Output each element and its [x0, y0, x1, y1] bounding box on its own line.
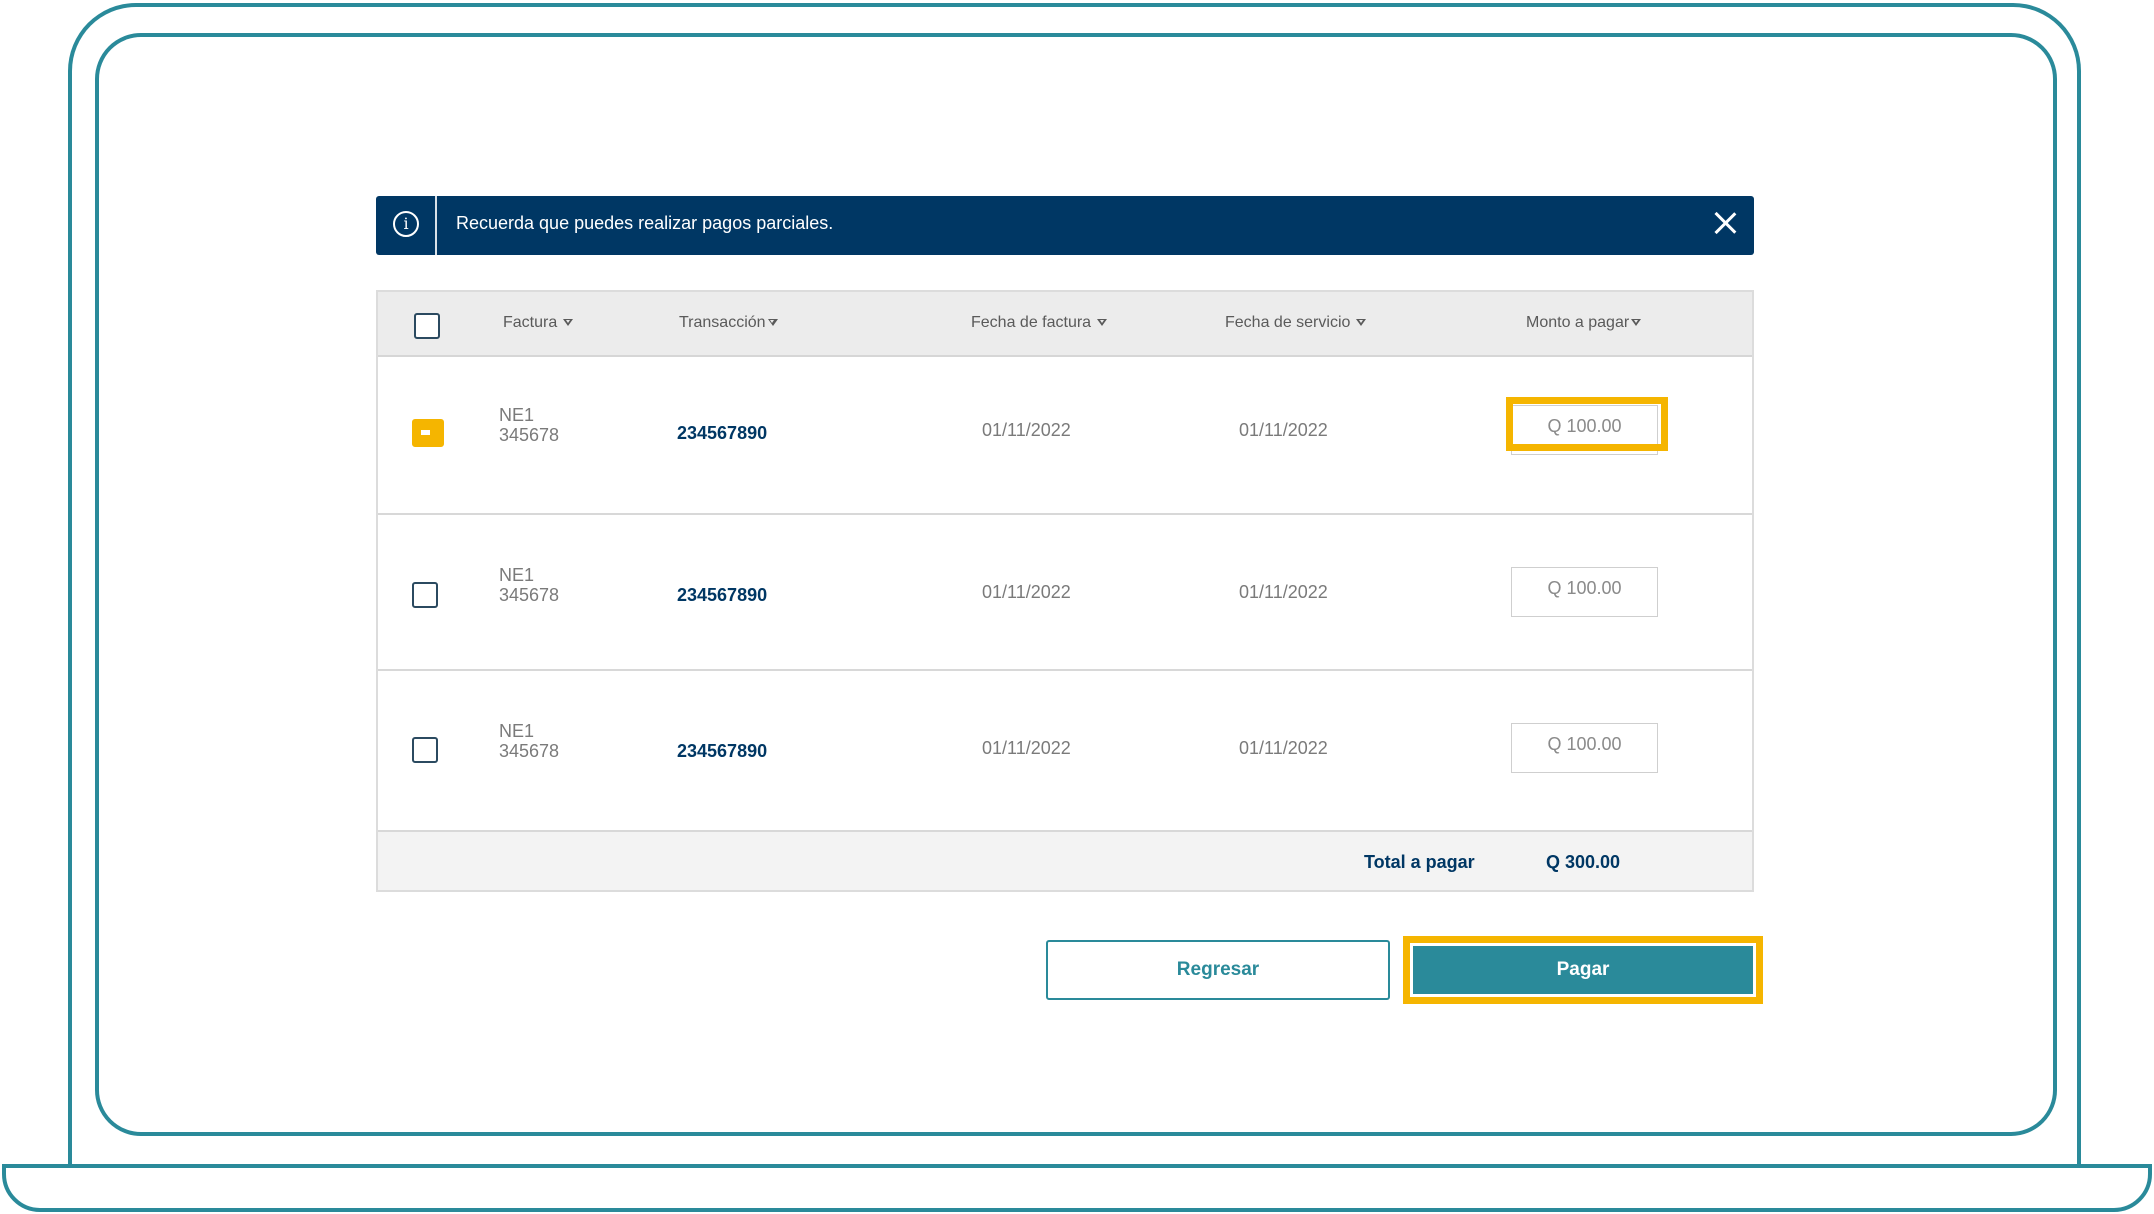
sort-down-icon	[767, 319, 778, 327]
sort-down-icon	[1097, 319, 1108, 327]
invoice-number: NE1 345678	[499, 721, 559, 761]
header-monto[interactable]: Monto a pagar	[1526, 314, 1642, 332]
table-header: Factura Transacción Fecha de factura Fec…	[378, 292, 1752, 357]
invoice-suffix: 345678	[499, 425, 560, 445]
total-value: Q 300.00	[1546, 852, 1621, 872]
header-fecha-servicio[interactable]: Fecha de servicio	[1225, 314, 1367, 332]
header-fecha-factura[interactable]: Fecha de factura	[971, 314, 1108, 332]
close-icon[interactable]	[1714, 212, 1736, 234]
back-button[interactable]: Regresar	[1046, 940, 1390, 1000]
header-factura[interactable]: Factura	[503, 314, 574, 332]
transaction-link[interactable]: 234567890	[677, 585, 767, 606]
invoice-date: 01/11/2022	[982, 582, 1071, 602]
laptop-base	[2, 1164, 2152, 1212]
row-checkbox[interactable]	[412, 582, 438, 608]
transaction-link[interactable]: 234567890	[677, 423, 767, 444]
sort-down-icon	[1356, 319, 1367, 327]
table-row: NE1 345678 234567890 01/11/2022 01/11/20…	[378, 671, 1752, 832]
table-footer: Total a pagar Q 300.00	[378, 832, 1752, 890]
table-row: NE1 345678 234567890 01/11/2022 01/11/20…	[378, 515, 1752, 671]
header-monto-label: Monto a pagar	[1526, 314, 1630, 331]
invoice-number: NE1 345678	[499, 405, 559, 445]
row-checkbox[interactable]	[412, 419, 444, 447]
amount-input[interactable]: Q 100.00	[1511, 567, 1658, 617]
table-row: NE1 345678 234567890 01/11/2022 01/11/20…	[378, 357, 1752, 515]
total-label: Total a pagar	[1364, 852, 1475, 872]
header-factura-label: Factura	[503, 314, 558, 331]
row-checkbox[interactable]	[412, 737, 438, 763]
amount-input[interactable]: Q 100.00	[1511, 723, 1658, 773]
invoice-prefix: NE1	[499, 721, 535, 741]
invoice-suffix: 345678	[499, 585, 560, 605]
invoice-prefix: NE1	[499, 405, 535, 425]
service-date: 01/11/2022	[1239, 582, 1328, 602]
invoice-date: 01/11/2022	[982, 420, 1071, 440]
alert-divider	[435, 196, 437, 255]
select-all-checkbox[interactable]	[414, 313, 440, 339]
invoice-date: 01/11/2022	[982, 738, 1071, 758]
amount-input[interactable]: Q 100.00	[1511, 405, 1658, 455]
header-transaccion[interactable]: Transacción	[679, 314, 778, 332]
header-fecha-factura-label: Fecha de factura	[971, 314, 1092, 331]
invoice-table: Factura Transacción Fecha de factura Fec…	[376, 290, 1754, 892]
transaction-link[interactable]: 234567890	[677, 741, 767, 762]
info-alert: i Recuerda que puedes realizar pagos par…	[376, 196, 1754, 255]
pay-button[interactable]: Pagar	[1413, 946, 1753, 994]
sort-down-icon	[1631, 319, 1642, 327]
invoice-prefix: NE1	[499, 565, 535, 585]
service-date: 01/11/2022	[1239, 420, 1328, 440]
alert-message: Recuerda que puedes realizar pagos parci…	[456, 213, 834, 233]
info-circle-icon: i	[393, 211, 419, 237]
invoice-suffix: 345678	[499, 741, 560, 761]
header-fecha-servicio-label: Fecha de servicio	[1225, 314, 1351, 331]
sort-down-icon	[563, 319, 574, 327]
service-date: 01/11/2022	[1239, 738, 1328, 758]
header-transaccion-label: Transacción	[679, 314, 766, 331]
invoice-number: NE1 345678	[499, 565, 559, 605]
